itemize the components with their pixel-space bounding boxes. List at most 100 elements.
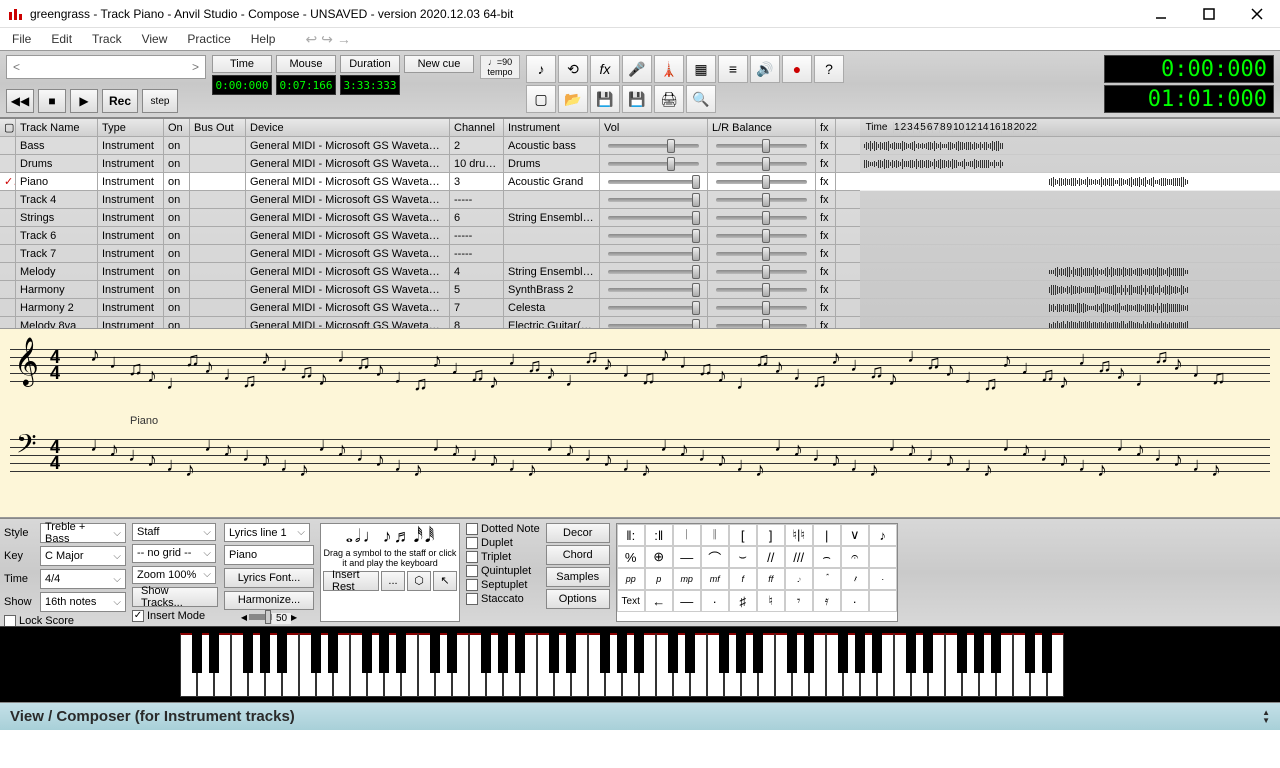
symbol-cell[interactable]: mp [673, 568, 701, 590]
track-fx[interactable]: fx [816, 209, 836, 226]
track-device[interactable]: General MIDI - Microsoft GS Wavetable S [246, 191, 450, 208]
track-check[interactable] [0, 137, 16, 154]
track-type[interactable]: Instrument [98, 191, 164, 208]
newcue-button[interactable]: New cue [404, 55, 474, 73]
symbol-cell[interactable]: 𝄿 [813, 590, 841, 612]
menu-view[interactable]: View [142, 32, 168, 46]
vol-slider[interactable] [600, 137, 708, 154]
track-channel[interactable]: ----- [450, 191, 504, 208]
timeline-row[interactable] [860, 191, 1280, 209]
col-balance[interactable]: L/R Balance [708, 119, 816, 136]
maximize-button[interactable] [1194, 4, 1224, 24]
timeline-row[interactable] [860, 227, 1280, 245]
track-instrument[interactable]: Acoustic bass [504, 137, 600, 154]
track-channel[interactable]: 4 [450, 263, 504, 280]
track-on[interactable]: on [164, 317, 190, 328]
half-note-icon[interactable]: 𝅗𝅥 [355, 526, 361, 547]
track-channel[interactable]: ----- [450, 245, 504, 262]
balance-slider[interactable] [708, 299, 816, 316]
track-on[interactable]: on [164, 173, 190, 190]
nav-forward-icon[interactable]: ↪ [321, 31, 333, 48]
time-dropdown[interactable]: 4/4 [40, 569, 126, 589]
magnet-icon[interactable]: ⬡ [407, 571, 431, 591]
track-row[interactable]: Melody 8vaInstrumentonGeneral MIDI - Mic… [0, 317, 860, 328]
save-icon[interactable]: 💾 [590, 85, 620, 113]
black-key[interactable] [753, 633, 763, 673]
track-name[interactable]: Track 7 [16, 245, 98, 262]
track-row[interactable]: ✓PianoInstrumentonGeneral MIDI - Microso… [0, 173, 860, 191]
symbol-cell[interactable]: — [673, 590, 701, 612]
track-instrument[interactable]: Electric Guitar(clea [504, 317, 600, 328]
grid-dropdown[interactable]: -- no grid -- [132, 544, 216, 562]
symbol-cell[interactable]: pp [617, 568, 645, 590]
black-key[interactable] [719, 633, 729, 673]
col-check[interactable]: ▢ [0, 119, 16, 136]
track-type[interactable]: Instrument [98, 209, 164, 226]
symbol-cell[interactable]: mf [701, 568, 729, 590]
track-fx[interactable]: fx [816, 299, 836, 316]
black-key[interactable] [498, 633, 508, 673]
black-key[interactable] [243, 633, 253, 673]
track-type[interactable]: Instrument [98, 227, 164, 244]
col-time[interactable]: Time [860, 122, 894, 133]
nav-right-icon[interactable]: → [337, 31, 351, 48]
insertmode-checkbox[interactable]: ✓ [132, 610, 144, 622]
symbol-cell[interactable]: · [841, 590, 869, 612]
vol-slider[interactable] [600, 173, 708, 190]
symbol-cell[interactable]: 𝄽 [841, 568, 869, 590]
showtracks-button[interactable]: Show Tracks... [132, 587, 218, 607]
vol-slider[interactable] [600, 227, 708, 244]
symbol-cell[interactable]: — [673, 546, 701, 568]
track-device[interactable]: General MIDI - Microsoft GS Wavetable S [246, 263, 450, 280]
balance-slider[interactable] [708, 245, 816, 262]
track-name[interactable]: Strings [16, 209, 98, 226]
black-key[interactable] [600, 633, 610, 673]
track-type[interactable]: Instrument [98, 173, 164, 190]
track-fx[interactable]: fx [816, 191, 836, 208]
black-key[interactable] [685, 633, 695, 673]
thirtysecond-note-icon[interactable]: 𝅘𝅥𝅰 [414, 526, 423, 547]
track-row[interactable]: Track 6InstrumentonGeneral MIDI - Micros… [0, 227, 860, 245]
track-channel[interactable]: 10 drums [450, 155, 504, 172]
symbol-cell[interactable]: 𝆪 [813, 568, 841, 590]
track-on[interactable]: on [164, 191, 190, 208]
black-key[interactable] [634, 633, 644, 673]
record-button[interactable]: Rec [102, 89, 138, 113]
style-dropdown[interactable]: Treble + Bass [40, 523, 126, 543]
symbol-cell[interactable]: 𝄾 [785, 590, 813, 612]
track-row[interactable]: DrumsInstrumentonGeneral MIDI - Microsof… [0, 155, 860, 173]
menu-practice[interactable]: Practice [187, 32, 230, 46]
samples-button[interactable]: Samples [546, 567, 610, 587]
track-bus[interactable] [190, 173, 246, 190]
col-device[interactable]: Device [246, 119, 450, 136]
mouse-header[interactable]: Mouse [276, 55, 336, 73]
black-key[interactable] [1093, 633, 1103, 673]
track-on[interactable]: on [164, 137, 190, 154]
col-channel[interactable]: Channel [450, 119, 504, 136]
col-trackname[interactable]: Track Name [16, 119, 98, 136]
duplet-checkbox[interactable] [466, 537, 478, 549]
track-check[interactable] [0, 263, 16, 280]
mixer-icon[interactable]: ≡ [718, 55, 748, 83]
track-check[interactable] [0, 209, 16, 226]
symbol-cell[interactable]: ← [645, 590, 673, 612]
sixtyfourth-note-icon[interactable]: 𝅘𝅥𝅱 [425, 526, 434, 547]
black-key[interactable] [736, 633, 746, 673]
help-icon[interactable]: ? [814, 55, 844, 83]
duration-header[interactable]: Duration [340, 55, 400, 73]
black-key[interactable] [566, 633, 576, 673]
track-channel[interactable]: 8 [450, 317, 504, 328]
track-on[interactable]: on [164, 155, 190, 172]
track-fx[interactable]: fx [816, 245, 836, 262]
symbol-cell[interactable]: ff [757, 568, 785, 590]
symbol-cell[interactable]: f [729, 568, 757, 590]
track-type[interactable]: Instrument [98, 281, 164, 298]
zoom-icon[interactable]: 🔍 [686, 85, 716, 113]
decor-button[interactable]: Decor [546, 523, 610, 543]
track-fx[interactable]: fx [816, 227, 836, 244]
track-name[interactable]: Piano [16, 173, 98, 190]
menu-file[interactable]: File [12, 32, 31, 46]
track-name[interactable]: Melody [16, 263, 98, 280]
balance-slider[interactable] [708, 173, 816, 190]
track-device[interactable]: General MIDI - Microsoft GS Wavetable S [246, 281, 450, 298]
